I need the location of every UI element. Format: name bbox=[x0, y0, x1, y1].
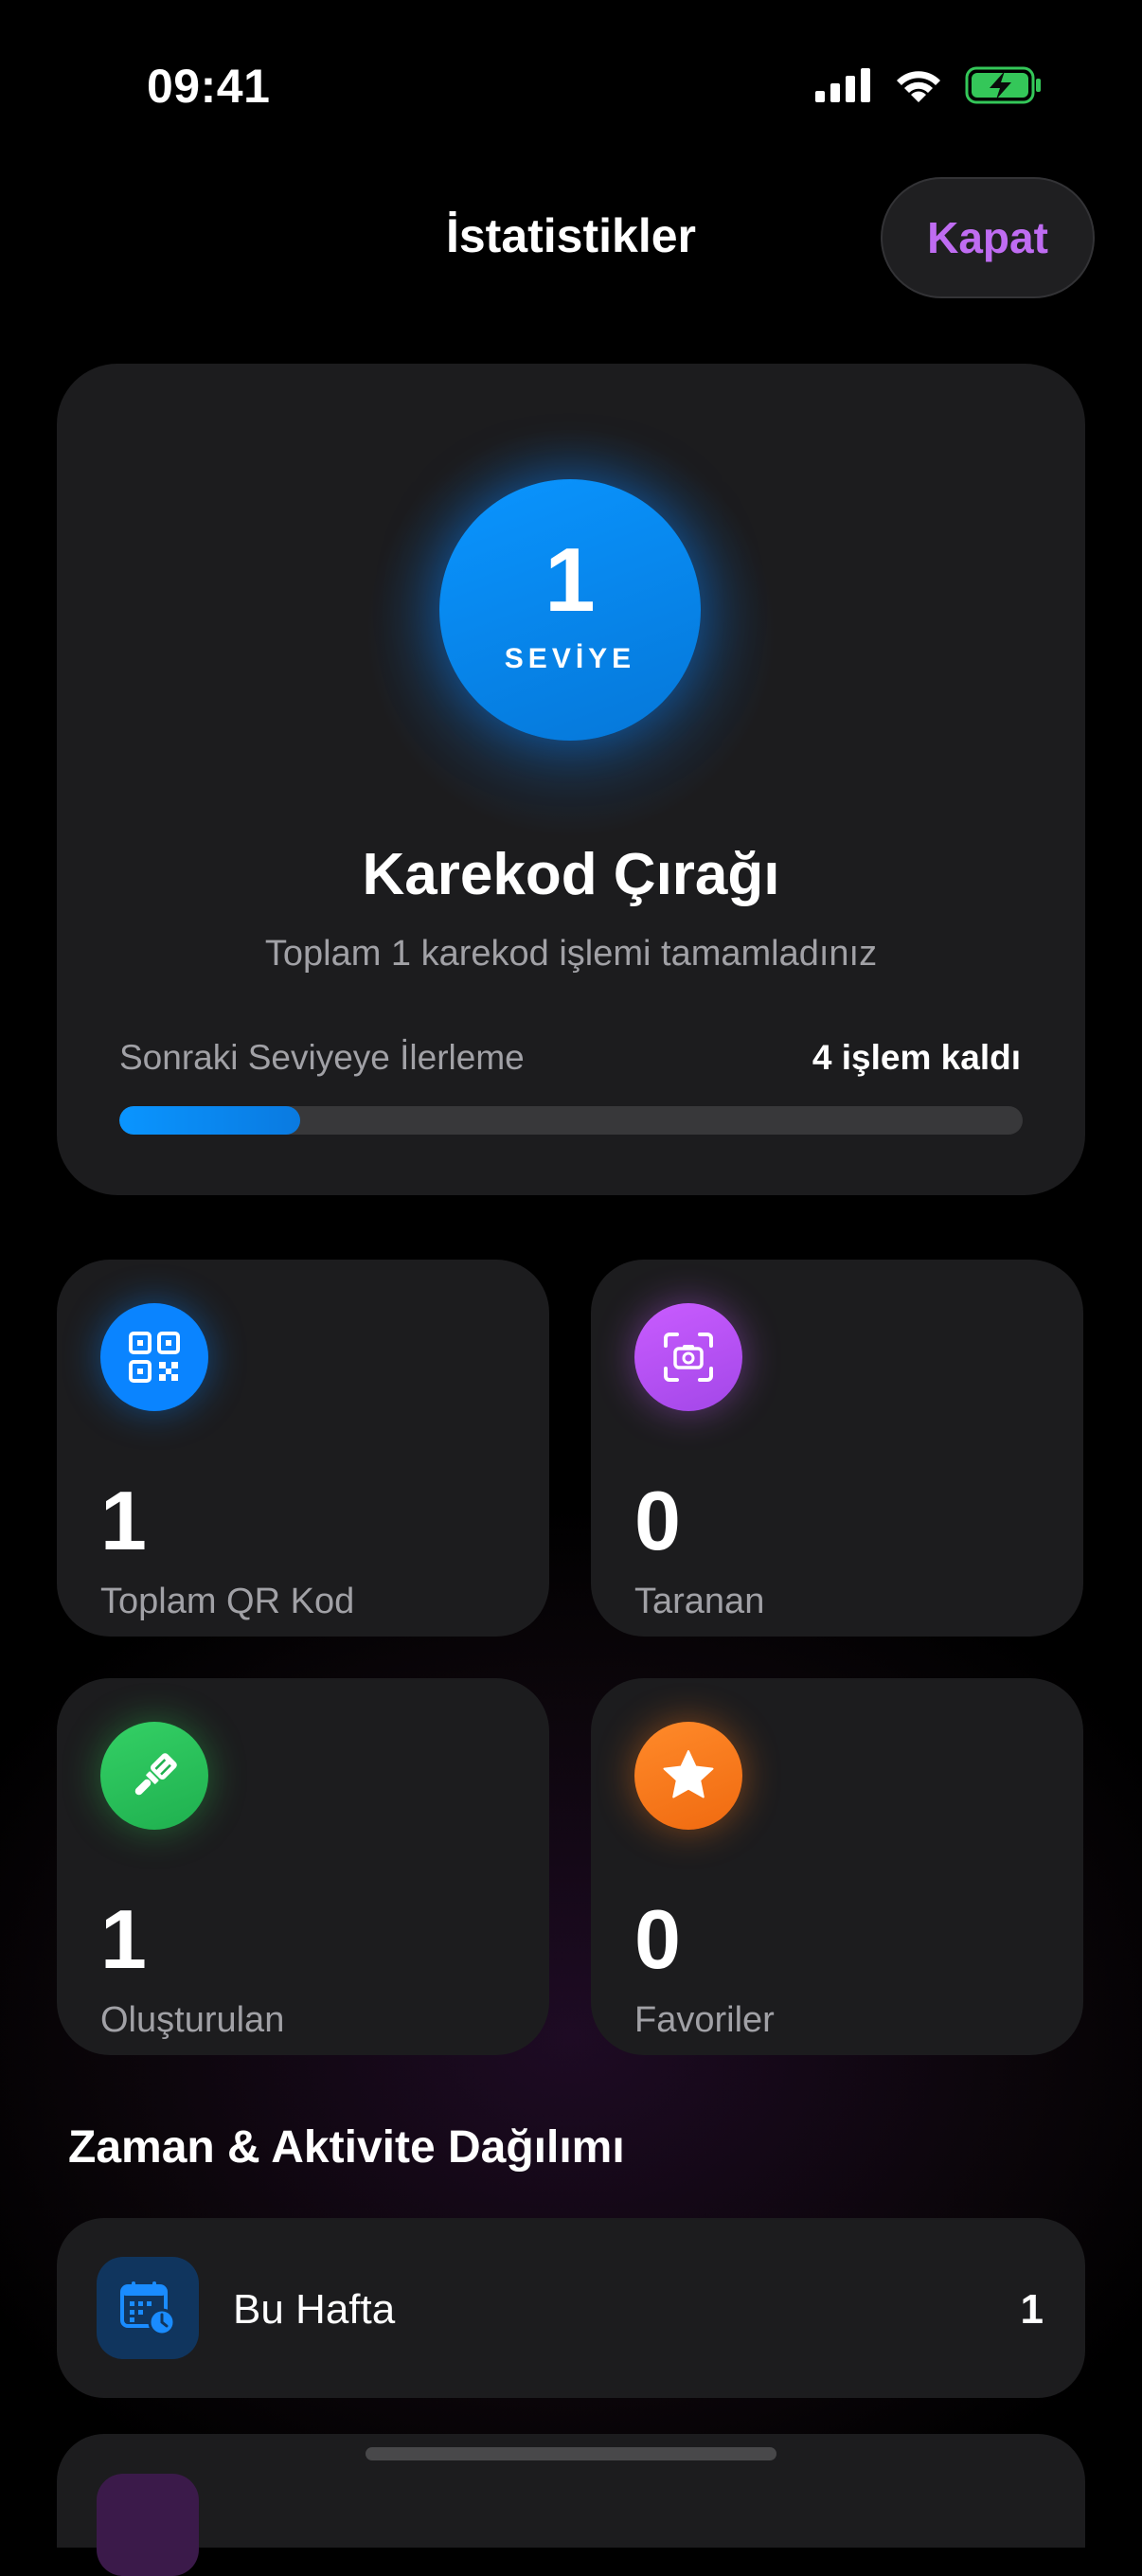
stat-value: 1 bbox=[100, 1474, 147, 1567]
signal-icon bbox=[815, 68, 870, 102]
camera-scan-icon bbox=[634, 1303, 742, 1411]
stat-label: Oluşturulan bbox=[100, 2000, 285, 2040]
stat-card-total-qr: 1 Toplam QR Kod bbox=[57, 1260, 549, 1637]
stat-card-scanned: 0 Taranan bbox=[591, 1260, 1083, 1637]
stat-label: Favoriler bbox=[634, 2000, 775, 2040]
status-icons bbox=[815, 66, 1043, 104]
paintbrush-icon bbox=[100, 1722, 208, 1830]
star-icon bbox=[634, 1722, 742, 1830]
section-title: Zaman & Aktivite Dağılımı bbox=[68, 2122, 625, 2173]
status-time: 09:41 bbox=[147, 60, 271, 113]
level-title: Karekod Çırağı bbox=[362, 842, 780, 907]
home-indicator[interactable] bbox=[366, 2447, 776, 2460]
wifi-icon bbox=[897, 71, 940, 102]
activity-value: 1 bbox=[1020, 2286, 1044, 2333]
activity-row-this-week[interactable]: Bu Hafta 1 bbox=[57, 2218, 1085, 2398]
level-number: 1 bbox=[544, 529, 596, 631]
stat-card-created: 1 Oluşturulan bbox=[57, 1678, 549, 2055]
stat-card-favorites: 0 Favoriler bbox=[591, 1678, 1083, 2055]
close-button[interactable]: Kapat bbox=[881, 177, 1095, 298]
stat-value: 1 bbox=[100, 1892, 147, 1986]
calendar-clock-icon bbox=[97, 2257, 199, 2359]
battery-charging-icon bbox=[965, 66, 1041, 104]
level-badge: 1 SEVİYE bbox=[439, 479, 701, 741]
progress-remaining: 4 işlem kaldı bbox=[812, 1038, 1021, 1077]
activity-label: Bu Hafta bbox=[233, 2286, 396, 2333]
level-subtitle: Toplam 1 karekod işlemi tamamladınız bbox=[264, 934, 878, 974]
qr-code-icon bbox=[100, 1303, 208, 1411]
activity-icon bbox=[97, 2474, 199, 2576]
stat-value: 0 bbox=[634, 1474, 681, 1567]
stat-label: Taranan bbox=[634, 1582, 765, 1621]
stat-label: Toplam QR Kod bbox=[100, 1582, 355, 1621]
progress-bar-fill bbox=[119, 1106, 300, 1135]
stat-value: 0 bbox=[634, 1892, 681, 1986]
progress-label: Sonraki Seviyeye İlerleme bbox=[119, 1038, 525, 1077]
level-word: SEVİYE bbox=[504, 643, 636, 674]
progress-bar bbox=[119, 1106, 1023, 1135]
